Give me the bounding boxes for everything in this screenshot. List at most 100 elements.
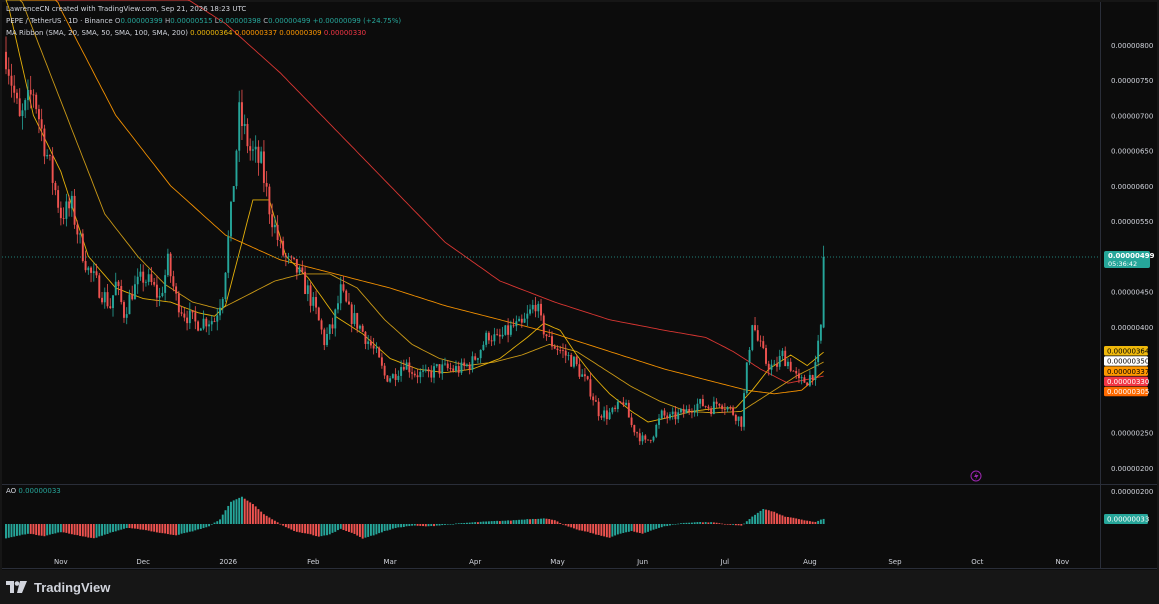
candle-body xyxy=(468,364,471,370)
ao-bar xyxy=(219,519,221,524)
ao-bar xyxy=(350,524,353,533)
ao-bar xyxy=(721,523,724,525)
ao-bar xyxy=(164,524,167,534)
ao-bar xyxy=(614,524,617,536)
x-tick-label: Oct xyxy=(971,558,983,566)
ao-bar xyxy=(710,522,713,524)
ao-bar xyxy=(806,520,809,524)
ao-bar xyxy=(224,510,227,524)
ao-bar xyxy=(553,520,556,524)
candle-body xyxy=(808,375,811,386)
candle-body xyxy=(740,416,743,427)
candle-body xyxy=(433,366,435,378)
price-chart[interactable]: 0.00000800 0.00000750 0.00000700 0.00000650… xyxy=(0,0,1159,604)
candle-body xyxy=(147,274,150,282)
candle-body xyxy=(230,201,232,237)
candle-body xyxy=(221,299,224,308)
ao-bar xyxy=(43,524,46,537)
ao-bar xyxy=(726,524,729,525)
ao-bar xyxy=(334,524,337,532)
candle-body xyxy=(496,334,499,336)
ao-bar xyxy=(622,524,625,533)
ao-legend[interactable]: AO 0.00000033 xyxy=(6,487,61,495)
ao-bar xyxy=(364,524,367,538)
ao-bar xyxy=(781,515,784,524)
candle-body xyxy=(644,435,647,440)
candle-body xyxy=(397,375,400,380)
candle-body xyxy=(21,110,24,117)
ao-bar xyxy=(194,524,197,531)
candle-body xyxy=(586,376,589,380)
candle-body xyxy=(619,401,622,403)
candle-body xyxy=(103,292,106,303)
ao-bar xyxy=(400,524,403,528)
candle-body xyxy=(641,435,644,442)
candle-body xyxy=(605,410,608,420)
ao-bar xyxy=(180,524,183,534)
ao-axis-label: 0.00000200 xyxy=(1111,488,1153,496)
ao-bar xyxy=(54,524,57,534)
tradingview-brand[interactable]: TradingView xyxy=(6,578,110,596)
candle-body xyxy=(704,406,707,407)
ao-bar xyxy=(677,523,680,525)
candle-body xyxy=(5,51,7,70)
candle-body xyxy=(197,321,200,331)
ao-bar xyxy=(682,522,685,524)
candle-body xyxy=(295,259,298,273)
candle-body xyxy=(257,146,260,163)
ao-bar xyxy=(641,524,644,534)
ao-bar xyxy=(740,524,743,526)
candle-body xyxy=(172,276,175,287)
candle-body xyxy=(408,362,411,373)
x-tick-label: Sep xyxy=(888,558,902,566)
ma-ribbon-legend[interactable]: MA Ribbon (SMA, 20, SMA, 50, SMA, 100, S… xyxy=(6,29,366,37)
ao-bar xyxy=(133,524,136,529)
ao-bar xyxy=(619,524,622,534)
candle-body xyxy=(463,362,466,366)
ao-bar xyxy=(649,524,652,531)
candle-body xyxy=(507,325,510,335)
ao-bar xyxy=(441,524,444,526)
candle-body xyxy=(575,356,578,365)
ao-bar xyxy=(430,524,433,527)
ao-bar xyxy=(578,524,581,531)
candle-body xyxy=(562,350,564,352)
x-tick-label: Dec xyxy=(136,558,150,566)
candle-body xyxy=(509,325,512,335)
ao-bar xyxy=(57,524,60,533)
candle-body xyxy=(411,372,414,374)
candle-body xyxy=(413,373,416,376)
ao-bar xyxy=(666,524,669,527)
candle-body xyxy=(323,329,326,346)
ao-bar xyxy=(402,524,405,528)
candle-body xyxy=(710,408,713,414)
x-tick-label: 2026 xyxy=(219,558,237,566)
candle-body xyxy=(540,303,542,316)
y-tick-label: 0.00000550 xyxy=(1111,218,1153,226)
ao-bar xyxy=(271,519,274,524)
candle-body xyxy=(216,315,219,322)
candle-body xyxy=(559,350,562,351)
ao-bar xyxy=(356,524,359,536)
symbol-legend[interactable]: PEPE / TetherUS · 1D · Binance O0.000003… xyxy=(6,17,401,25)
candle-body xyxy=(112,295,114,309)
candle-body xyxy=(471,356,474,370)
ao-bar xyxy=(29,524,32,534)
candle-body xyxy=(273,224,276,228)
candle-body xyxy=(224,272,227,300)
candle-body xyxy=(326,333,328,346)
candle-body xyxy=(732,407,735,415)
candle-body xyxy=(394,374,397,380)
ao-bar xyxy=(688,522,691,524)
candle-body xyxy=(243,123,246,127)
ao-bar xyxy=(479,521,482,524)
ao-bar xyxy=(117,524,120,531)
ao-bar xyxy=(142,524,145,530)
candle-body xyxy=(819,324,822,341)
candle-body xyxy=(29,89,32,95)
candle-body xyxy=(79,233,82,235)
ao-bar xyxy=(570,524,573,528)
candle-body xyxy=(803,377,806,383)
ao-bar xyxy=(504,520,507,524)
candle-body xyxy=(139,271,142,277)
